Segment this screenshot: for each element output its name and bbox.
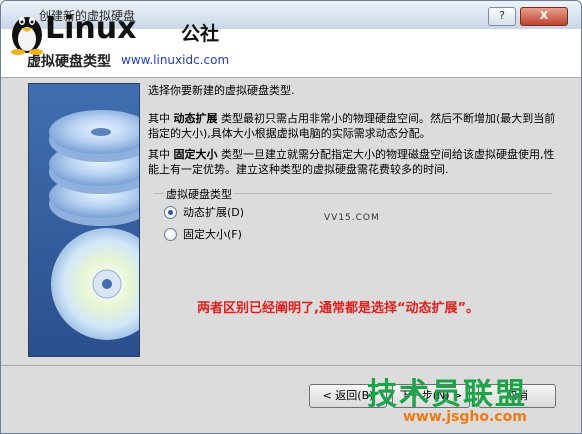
brand-watermark: 技术员联盟 www.jsgho.com xyxy=(367,369,577,431)
annotation-note: 两者区别已经阐明了,通常都是选择“动态扩展”。 xyxy=(197,301,480,316)
intro-text: 选择你要新建的虚拟硬盘类型. xyxy=(148,84,295,97)
linux-logo-watermark: Linux 公社 www.linuxidc.com xyxy=(5,3,245,73)
radio-dynamic-indicator[interactable] xyxy=(164,205,177,219)
fixed-prefix: 其中 xyxy=(148,148,170,161)
brand-url: www.jsgho.com xyxy=(403,409,527,425)
logo-url: www.linuxidc.com xyxy=(121,53,230,67)
help-button[interactable]: ? xyxy=(488,7,516,26)
disk-stack-icon xyxy=(49,110,163,340)
radio-fixed[interactable]: 固定大小(F) xyxy=(164,226,242,242)
dynamic-description: 其中 动态扩展 类型最初只需占用非常小的物理硬盘空间。然后不断增加(最大到当前指… xyxy=(148,111,560,141)
radio-fixed-indicator[interactable] xyxy=(164,227,177,241)
dialog-window: 创建新的虚拟硬盘 ? X 虚拟硬盘类型 Linux 公社 www.linuxid… xyxy=(0,0,582,434)
footer-divider xyxy=(1,365,581,366)
dynamic-prefix: 其中 xyxy=(148,112,170,125)
site-watermark: VV15.COM xyxy=(324,213,380,223)
close-button[interactable]: X xyxy=(520,7,568,26)
radio-dynamic-label[interactable]: 动态扩展(D) xyxy=(183,204,244,220)
logo-word: Linux xyxy=(45,11,137,46)
radio-dynamic[interactable]: 动态扩展(D) xyxy=(164,204,244,220)
dynamic-term: 动态扩展 xyxy=(173,112,218,125)
penguin-icon xyxy=(11,17,43,55)
disk-stack-illustration xyxy=(28,83,163,357)
disk-type-legend: 虚拟硬盘类型 xyxy=(164,186,234,202)
fixed-description: 其中 固定大小 类型一旦建立就需分配指定大小的物理磁盘空间给该虚拟硬盘使用,性能… xyxy=(148,147,560,177)
disk-type-group: 虚拟硬盘类型 动态扩展(D) 固定大小(F) xyxy=(154,186,552,260)
brand-name: 技术员联盟 xyxy=(367,377,527,412)
fixed-term: 固定大小 xyxy=(173,148,218,161)
logo-cn: 公社 xyxy=(181,23,220,45)
radio-fixed-label[interactable]: 固定大小(F) xyxy=(183,226,242,242)
